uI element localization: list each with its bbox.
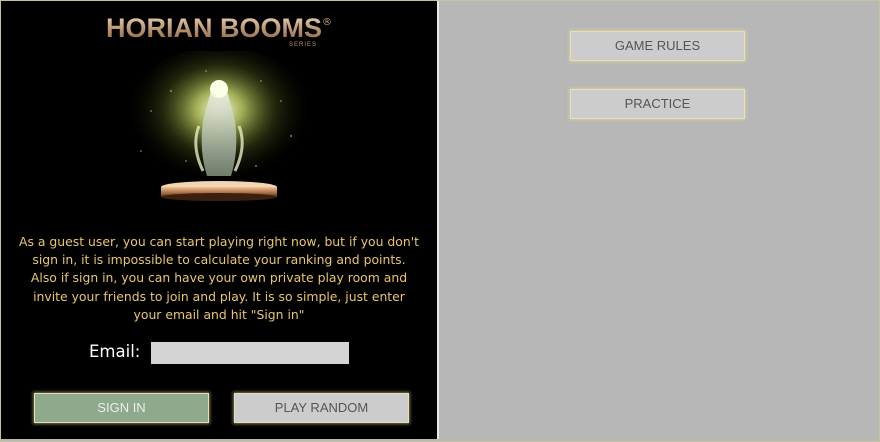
email-label: Email: bbox=[89, 342, 141, 361]
logo-title: HORIAN BOOMS bbox=[106, 13, 322, 43]
sign-in-button[interactable]: SIGN IN bbox=[34, 393, 209, 423]
glowing-figure-illustration bbox=[124, 51, 314, 201]
play-random-button[interactable]: PLAY RANDOM bbox=[234, 393, 409, 423]
logo-subtitle: SERIES bbox=[289, 42, 318, 48]
registered-mark: ® bbox=[322, 17, 332, 28]
practice-button[interactable]: PRACTICE bbox=[570, 89, 745, 119]
game-logo: HORIAN BOOMS® SERIES bbox=[1, 13, 437, 48]
email-input[interactable] bbox=[151, 342, 349, 364]
guest-info-message: As a guest user, you can start playing r… bbox=[19, 234, 419, 322]
options-panel bbox=[440, 1, 878, 439]
game-rules-button[interactable]: GAME RULES bbox=[570, 31, 745, 61]
login-panel: HORIAN BOOMS® SERIES As a guest user, yo… bbox=[1, 1, 439, 439]
